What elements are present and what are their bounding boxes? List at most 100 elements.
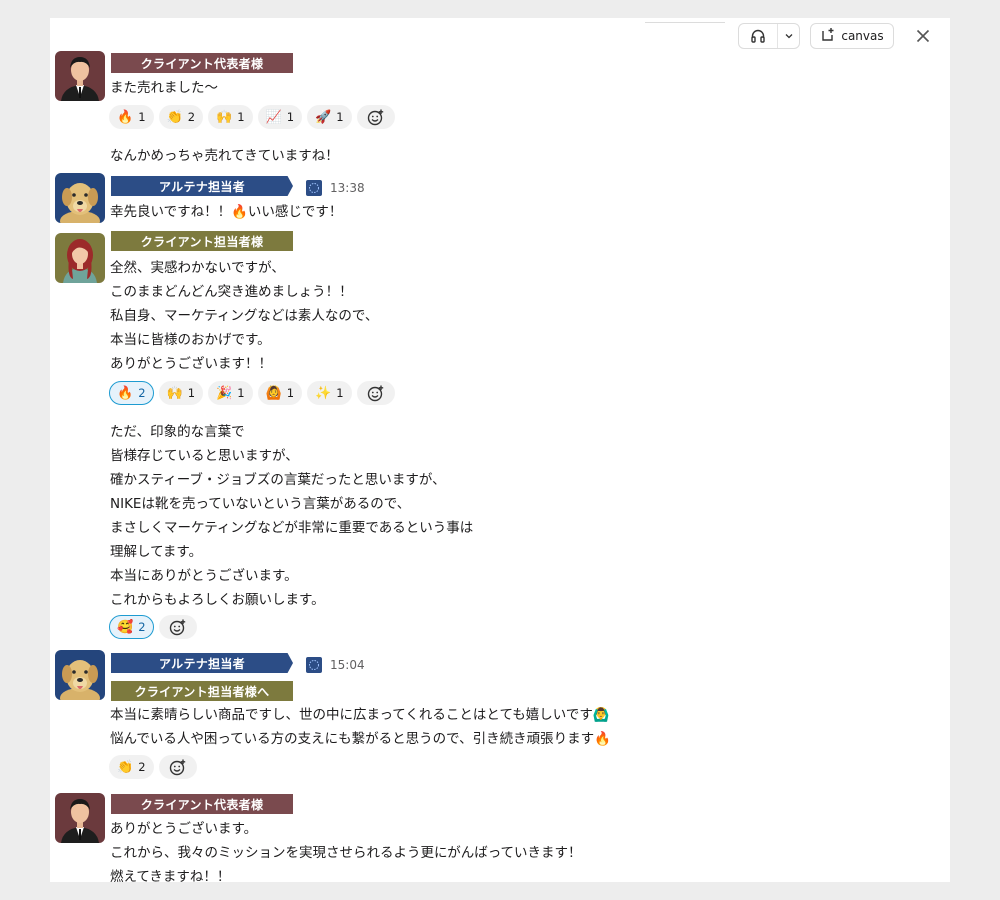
add-reaction-button[interactable] (356, 381, 395, 405)
clap-icon: 👏 (166, 109, 183, 125)
message-line: これから、我々のミッションを実現させられるよう更にがんばっていきます！ (110, 845, 582, 861)
message-line: 本当に素晴らしい商品ですし、世の中に広まってくれることはとても嬉しいです🙆‍♂️ (110, 707, 610, 723)
sender-label-client-manager[interactable]: クライアント担当者様 (111, 231, 293, 251)
reaction-fire[interactable]: 🔥 2 (109, 381, 154, 405)
message-timestamp-row: 13:38 (306, 178, 365, 198)
message-line: 私自身、マーケティングなどは素人なので、 (110, 308, 379, 324)
reaction-clap[interactable]: 👏 2 (109, 755, 154, 779)
close-icon[interactable] (912, 25, 934, 47)
reaction-count: 1 (237, 110, 245, 124)
reaction-fire[interactable]: 🔥 1 (109, 105, 154, 129)
altena-badge-icon (306, 180, 322, 196)
add-reaction-icon (169, 619, 186, 635)
message-line: ただ、印象的な言葉で (110, 424, 245, 440)
message-line: なんかめっちゃ売れてきていますね！ (110, 148, 339, 164)
message-line: 確かスティーブ・ジョブズの言葉だったと思いますが、 (110, 472, 446, 488)
message-timestamp-row: 15:04 (306, 655, 365, 675)
message-line: 理解してます。 (110, 544, 203, 560)
reaction-sparkles[interactable]: ✨ 1 (307, 381, 352, 405)
raised-hands-icon: 🙌 (216, 109, 233, 125)
reaction-count: 1 (286, 110, 295, 124)
reaction-bar: 🔥 1 👏 2 🙌 1 📈 1 🚀 1 (109, 105, 395, 129)
reaction-bar: 🔥 2 🙌 1 🎉 1 🙆 1 ✨ 1 (109, 381, 395, 405)
reaction-count: 2 (138, 386, 146, 400)
rocket-icon: 🚀 (315, 109, 332, 125)
huddle-button[interactable] (738, 23, 800, 49)
reaction-count: 2 (187, 110, 196, 124)
message-text: また売れました〜 (110, 76, 218, 100)
reaction-count: 1 (286, 386, 295, 400)
add-reaction-icon (367, 385, 384, 401)
message-line: ありがとうございます！！ (110, 356, 272, 372)
canvas-icon (820, 27, 836, 46)
clap-icon: 👏 (117, 759, 134, 775)
timestamp[interactable]: 15:04 (330, 658, 365, 672)
reaction-count: 1 (336, 386, 344, 400)
fire-icon: 🔥 (117, 109, 134, 125)
reaction-smiling-hearts[interactable]: 🥰 2 (109, 615, 154, 639)
reaction-raised-hands[interactable]: 🙌 1 (208, 105, 253, 129)
message-line: 幸先良いですね！！🔥いい感じです！ (110, 204, 343, 220)
message-line: 皆様存じていると思いますが、 (110, 448, 299, 464)
message-line: これからもよろしくお願いします。 (110, 592, 325, 608)
fire-icon: 🔥 (117, 385, 134, 401)
message-line: 本当に皆様のおかげです。 (110, 332, 271, 348)
add-reaction-icon (169, 759, 186, 775)
message-text: なんかめっちゃ売れてきていますね！ (110, 144, 339, 168)
message-line: ありがとうございます。 (110, 821, 258, 837)
reaction-count: 1 (187, 386, 196, 400)
message-line: まさしくマーケティングなどが非常に重要であるという事は (110, 520, 474, 536)
sender-label-client-rep[interactable]: クライアント代表者様 (111, 794, 293, 814)
canvas-label: canvas (841, 29, 884, 43)
avatar-altena[interactable] (55, 650, 105, 700)
reaction-count: 1 (237, 386, 245, 400)
message-text: 全然、実感わかないですが、 このままどんどん突き進めましょう！！ 私自身、マーケ… (110, 256, 378, 376)
message-line: 燃えてきますね！！ (110, 869, 231, 882)
altena-badge-icon (306, 657, 322, 673)
reaction-count: 2 (138, 760, 146, 774)
message-line: 本当にありがとうございます。 (110, 568, 298, 584)
message-line: このままどんどん突き進めましょう！！ (110, 284, 353, 300)
avatar-altena[interactable] (55, 173, 105, 223)
reaction-bar: 👏 2 (109, 755, 197, 779)
party-popper-icon: 🎉 (216, 385, 233, 401)
add-reaction-icon (367, 109, 384, 125)
chart-up-icon: 📈 (265, 109, 282, 125)
add-reaction-button[interactable] (158, 615, 197, 639)
message-line: NIKEは靴を売っていないという言葉があるので、 (110, 496, 411, 512)
message-text: 幸先良いですね！！🔥いい感じです！ (110, 200, 342, 224)
reaction-chart[interactable]: 📈 1 (257, 105, 303, 129)
thread-panel: canvas クライアント代表者様 また売れました〜 🔥 1 👏 2 🙌 1 📈 1 🚀… (50, 18, 950, 882)
reaction-count: 1 (138, 110, 146, 124)
reaction-count: 2 (138, 620, 146, 634)
add-reaction-button[interactable] (356, 105, 395, 129)
reaction-raised-hands[interactable]: 🙌 1 (158, 381, 204, 405)
recipient-label-client-manager: クライアント担当者様へ (111, 681, 293, 701)
reaction-rocket[interactable]: 🚀 1 (307, 105, 352, 129)
headphones-icon[interactable] (739, 24, 778, 48)
message-line: 悩んでいる人や困っている方の支えにも繋がると思うので、引き続き頑張ります🔥 (110, 731, 611, 747)
raised-hands-icon: 🙌 (166, 385, 183, 401)
ok-gesture-icon: 🙆 (265, 385, 282, 401)
message-line: 全然、実感わかないですが、 (110, 260, 285, 276)
message-text: ただ、印象的な言葉で 皆様存じていると思いますが、 確かスティーブ・ジョブズの言… (110, 420, 473, 612)
canvas-button[interactable]: canvas (810, 23, 894, 49)
add-reaction-button[interactable] (158, 755, 197, 779)
reaction-tada[interactable]: 🎉 1 (208, 381, 253, 405)
smiling-face-hearts-icon: 🥰 (117, 619, 134, 635)
avatar-client-manager[interactable] (55, 233, 105, 283)
message-text: 本当に素晴らしい商品ですし、世の中に広まってくれることはとても嬉しいです🙆‍♂️… (110, 703, 611, 751)
avatar-client-rep[interactable] (55, 51, 105, 101)
sender-label-altena[interactable]: アルテナ担当者 (111, 653, 293, 673)
chevron-down-icon[interactable] (778, 31, 799, 41)
timestamp[interactable]: 13:38 (330, 181, 365, 195)
sparkles-icon: ✨ (315, 385, 332, 401)
reaction-bar: 🥰 2 (109, 615, 197, 639)
reaction-ok-gesture[interactable]: 🙆 1 (257, 381, 303, 405)
message-text: ありがとうございます。 これから、我々のミッションを実現させられるよう更にがんば… (110, 817, 582, 882)
reaction-count: 1 (336, 110, 344, 124)
sender-label-client-rep[interactable]: クライアント代表者様 (111, 53, 293, 73)
avatar-client-rep[interactable] (55, 793, 105, 843)
sender-label-altena[interactable]: アルテナ担当者 (111, 176, 293, 196)
reaction-clap[interactable]: 👏 2 (158, 105, 204, 129)
